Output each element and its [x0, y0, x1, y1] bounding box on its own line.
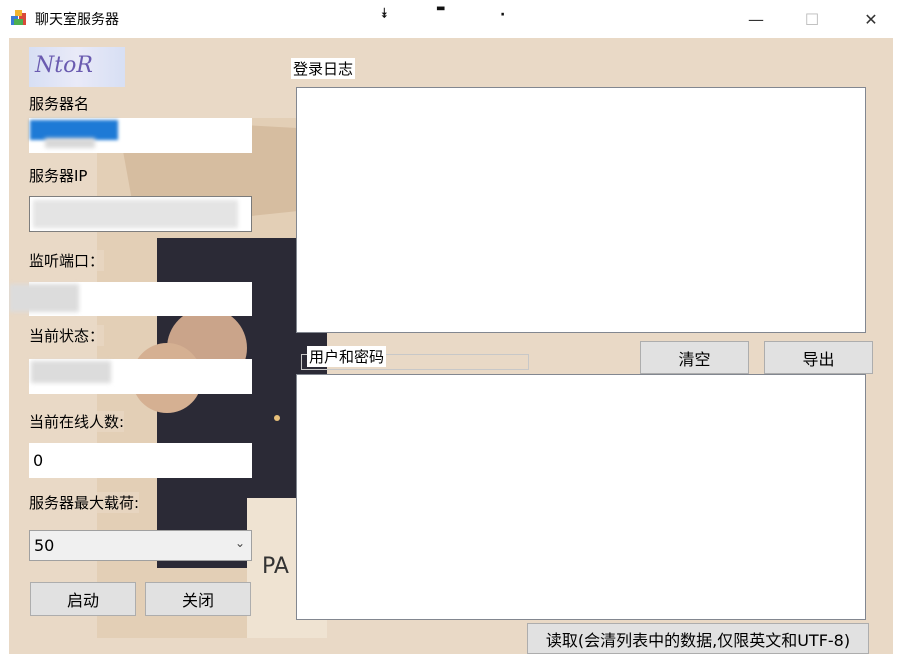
users-label: 用户和密码: [307, 346, 387, 367]
title-bar[interactable]: 聊天室服务器 ⯯ ▬ · — ☐ ✕: [0, 0, 902, 38]
login-log-label: 登录日志: [291, 58, 356, 79]
close-window-button[interactable]: ✕: [842, 0, 900, 38]
clear-button[interactable]: 清空: [640, 341, 749, 374]
window-title: 聊天室服务器: [35, 12, 119, 28]
users-list[interactable]: [296, 374, 866, 620]
dot-icon[interactable]: ·: [500, 7, 505, 23]
redacted-ip: [33, 200, 238, 228]
listen-port-label: 监听端口：: [29, 250, 105, 271]
max-load-label: 服务器最大载荷:: [29, 492, 140, 513]
start-button[interactable]: 启动: [30, 582, 136, 616]
logo-text: NtoR: [35, 53, 93, 78]
status-label: 当前状态：: [29, 325, 105, 346]
max-load-value: 50: [34, 536, 55, 555]
login-log-list[interactable]: [296, 87, 866, 333]
server-name-label: 服务器名: [29, 93, 90, 114]
maximize-button[interactable]: ☐: [783, 0, 841, 38]
server-ip-label: 服务器IP: [29, 165, 88, 186]
chevron-down-icon: ⌄: [234, 536, 245, 550]
main-window-body: PA NtoR 服务器名 服务器IP 监听端口： 当前状态： 当前在线人数: 服…: [9, 38, 893, 654]
redacted-port: [9, 284, 79, 312]
close-button[interactable]: 关闭: [145, 582, 251, 616]
max-load-select[interactable]: 50 ⌄: [29, 530, 252, 561]
minimize-button[interactable]: —: [727, 0, 785, 38]
online-count-input[interactable]: [29, 443, 252, 478]
logo: NtoR: [29, 47, 125, 87]
svg-text:PA: PA: [262, 554, 289, 579]
double-chevron-down-icon[interactable]: ⯯: [380, 6, 388, 22]
dash-icon[interactable]: ▬: [436, 3, 445, 14]
app-icon: [11, 10, 26, 25]
export-button[interactable]: 导出: [764, 341, 873, 374]
online-count-label: 当前在线人数:: [29, 411, 125, 432]
redacted-text: [45, 138, 95, 148]
selection-highlight: [30, 120, 118, 140]
read-button[interactable]: 读取(会清列表中的数据,仅限英文和UTF-8): [527, 623, 869, 654]
redacted-status: [31, 361, 111, 383]
